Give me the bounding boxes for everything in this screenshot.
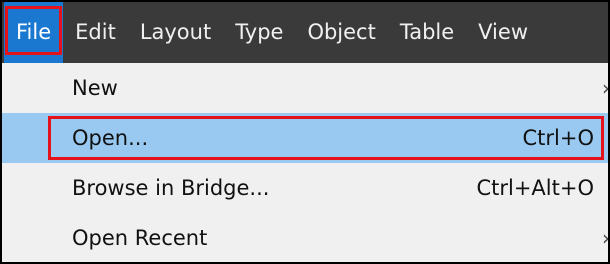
menu-item-new[interactable]: New ›: [2, 63, 608, 113]
menu-edit-label: Edit: [75, 20, 116, 44]
menu-layout[interactable]: Layout: [128, 2, 223, 63]
menu-table[interactable]: Table: [388, 2, 466, 63]
menu-view-label: View: [478, 20, 528, 44]
menu-item-open[interactable]: Open... Ctrl+O: [2, 113, 608, 163]
menu-table-label: Table: [399, 20, 455, 44]
menu-item-new-label: New: [72, 76, 118, 100]
menu-object-label: Object: [307, 20, 376, 44]
file-menu-dropdown: New › Open... Ctrl+O Browse in Bridge...…: [2, 63, 608, 262]
menu-item-open-label: Open...: [72, 126, 149, 150]
menu-item-open-recent[interactable]: Open Recent ›: [2, 213, 610, 262]
menu-bar: File Edit Layout Type Object Table View: [2, 2, 608, 63]
submenu-arrow-icon: ›: [602, 76, 610, 100]
menu-item-open-recent-label: Open Recent: [72, 226, 208, 250]
menu-item-browse-shortcut: Ctrl+Alt+O: [476, 176, 594, 200]
menu-layout-label: Layout: [139, 20, 212, 44]
menu-type[interactable]: Type: [223, 2, 295, 63]
menu-object[interactable]: Object: [295, 2, 387, 63]
submenu-arrow-icon: ›: [602, 226, 610, 250]
menu-item-open-shortcut: Ctrl+O: [522, 126, 595, 150]
menu-item-browse-in-bridge[interactable]: Browse in Bridge... Ctrl+Alt+O: [2, 163, 608, 213]
menu-file-label: File: [16, 20, 52, 44]
menu-item-browse-label: Browse in Bridge...: [72, 176, 270, 200]
app-window: File Edit Layout Type Object Table View …: [0, 0, 610, 264]
menu-view[interactable]: View: [466, 2, 540, 63]
menu-edit[interactable]: Edit: [63, 2, 128, 63]
menu-type-label: Type: [235, 20, 284, 44]
menu-file[interactable]: File: [4, 2, 64, 63]
